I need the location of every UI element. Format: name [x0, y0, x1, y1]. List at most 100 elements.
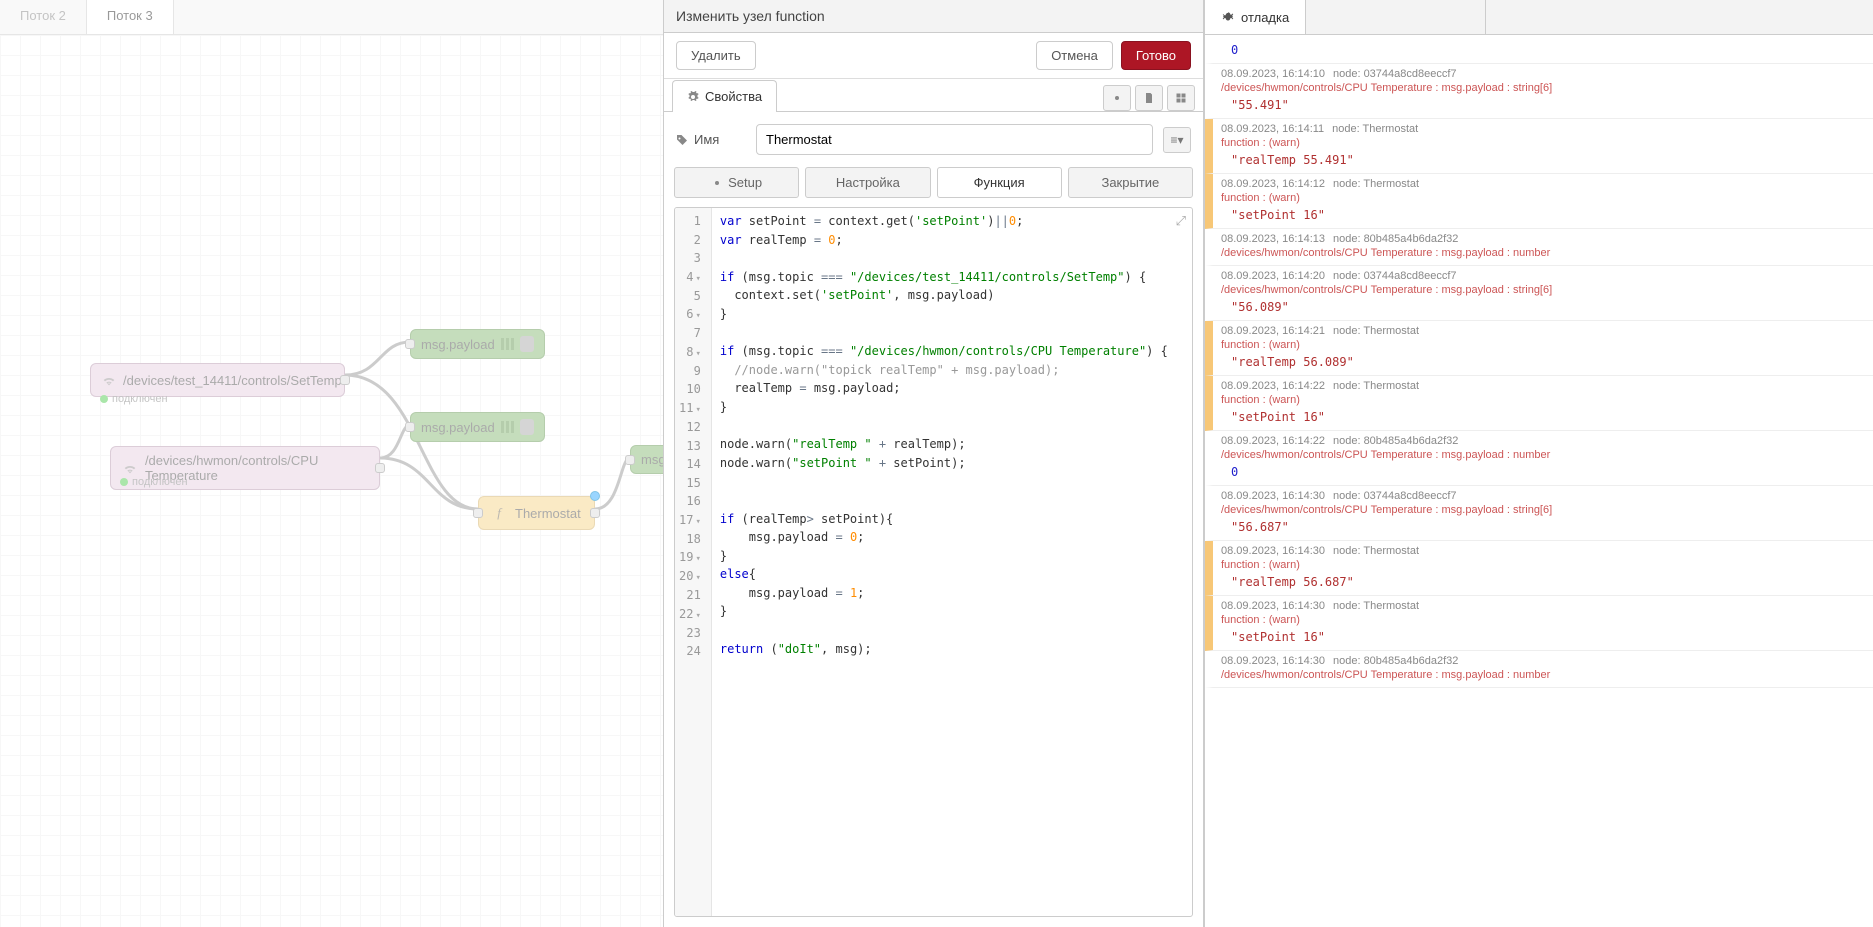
tab-properties[interactable]: Свойства — [672, 80, 777, 112]
debug-meta: 08.09.2023, 16:14:21node: Thermostat — [1221, 325, 1865, 337]
cancel-button[interactable]: Отмена — [1036, 41, 1113, 70]
file-icon — [1143, 92, 1155, 104]
description-button[interactable] — [1135, 85, 1163, 111]
gear-icon — [711, 177, 723, 189]
edit-panel-title: Изменить узел function — [664, 0, 1203, 33]
debug-toggle[interactable] — [520, 336, 534, 352]
debug-source: /devices/hwmon/controls/CPU Temperature … — [1221, 449, 1865, 461]
editor-gutter: 123456789101112131415161718192021222324 — [675, 208, 712, 916]
debug-source: function : (warn) — [1221, 394, 1865, 406]
flow-tab[interactable]: Поток 3 — [87, 0, 174, 34]
debug-meta: 08.09.2023, 16:14:22node: Thermostat — [1221, 380, 1865, 392]
debug-value: "realTemp 55.491" — [1221, 153, 1865, 167]
debug-value: "56.687" — [1221, 520, 1865, 534]
tab-blank[interactable] — [1306, 0, 1486, 34]
debug-bars-icon — [501, 338, 514, 350]
debug-value: 0 — [1221, 465, 1865, 479]
code-tabs: Setup Настройка Функция Закрытие — [664, 167, 1203, 198]
status-dot-icon — [100, 395, 108, 403]
input-port[interactable] — [473, 508, 483, 518]
debug-message[interactable]: 08.09.2023, 16:14:22node: Thermostat func… — [1205, 376, 1873, 431]
debug-meta: 08.09.2023, 16:14:20node: 03744a8cd8eecc… — [1221, 270, 1865, 282]
expand-icon[interactable]: ⤢ — [1176, 212, 1186, 232]
tab-function[interactable]: Функция — [937, 167, 1062, 198]
tab-onstop[interactable]: Закрытие — [1068, 167, 1193, 198]
debug-node[interactable]: msg.payload — [410, 329, 545, 359]
appearance-button[interactable] — [1167, 85, 1195, 111]
name-input[interactable] — [756, 124, 1153, 155]
debug-message[interactable]: 08.09.2023, 16:14:21node: Thermostatfunc… — [1205, 321, 1873, 376]
debug-meta: 08.09.2023, 16:14:30node: 80b485a4b6da2f… — [1221, 655, 1865, 667]
done-button[interactable]: Готово — [1121, 41, 1191, 70]
debug-message[interactable]: 0 — [1205, 35, 1873, 64]
debug-source: /devices/hwmon/controls/CPU Temperature … — [1221, 247, 1865, 259]
debug-value: "setPoint 16" — [1221, 630, 1865, 644]
mqtt-in-node[interactable]: /devices/test_14411/controls/SetTemp — [90, 363, 345, 397]
debug-message[interactable]: 08.09.2023, 16:14:22node: 80b485a4b6da2f… — [1205, 431, 1873, 486]
debug-message[interactable]: 08.09.2023, 16:14:13node: 80b485a4b6da2f… — [1205, 229, 1873, 266]
menu-icon: ≡▾ — [1170, 133, 1183, 147]
debug-message[interactable]: 08.09.2023, 16:14:30node: 80b485a4b6da2f… — [1205, 651, 1873, 688]
node-label: /devices/test_14411/controls/SetTemp — [123, 373, 342, 388]
debug-meta: 08.09.2023, 16:14:30node: Thermostat — [1221, 545, 1865, 557]
node-label: msg.payload — [421, 337, 495, 352]
status-dot-icon — [120, 478, 128, 486]
debug-toggle[interactable] — [520, 419, 534, 435]
code-editor[interactable]: 123456789101112131415161718192021222324 … — [674, 207, 1193, 917]
debug-source: /devices/hwmon/controls/CPU Temperature … — [1221, 669, 1865, 681]
debug-bars-icon — [501, 421, 514, 433]
tab-debug[interactable]: отладка — [1205, 0, 1306, 34]
node-label: Thermostat — [515, 506, 581, 521]
function-node[interactable]: f Thermostat — [478, 496, 595, 530]
debug-meta: 08.09.2023, 16:14:30node: Thermostat — [1221, 600, 1865, 612]
flow-tab[interactable]: Поток 2 — [0, 0, 87, 34]
output-port[interactable] — [590, 508, 600, 518]
env-button[interactable] — [1103, 85, 1131, 111]
edit-panel-buttons: Удалить Отмена Готово — [664, 33, 1203, 79]
node-status: подключен — [100, 393, 168, 405]
tab-setup[interactable]: Setup — [674, 167, 799, 198]
bug-icon — [1221, 10, 1235, 24]
debug-meta: 08.09.2023, 16:14:22node: 80b485a4b6da2f… — [1221, 435, 1865, 447]
name-menu-button[interactable]: ≡▾ — [1163, 127, 1191, 153]
app-root: Поток 2 Поток 3 /devices/test_14411/cont… — [0, 0, 1873, 927]
debug-message[interactable]: 08.09.2023, 16:14:12node: Thermostatfunc… — [1205, 174, 1873, 229]
input-port[interactable] — [625, 455, 635, 465]
flow-tabs: Поток 2 Поток 3 — [0, 0, 663, 35]
debug-node[interactable]: msg — [630, 445, 663, 474]
debug-source: /devices/hwmon/controls/CPU Temperature … — [1221, 284, 1865, 296]
gear-icon — [687, 91, 699, 103]
node-status: подключен — [120, 476, 188, 488]
input-port[interactable] — [405, 422, 415, 432]
debug-message[interactable]: 08.09.2023, 16:14:11node: Thermostatfunc… — [1205, 119, 1873, 174]
debug-message[interactable]: 08.09.2023, 16:14:20node: 03744a8cd8eecc… — [1205, 266, 1873, 321]
tag-icon — [676, 134, 688, 146]
debug-sidebar: отладка 008.09.2023, 16:14:10node: 03744… — [1204, 0, 1873, 927]
debug-value: "setPoint 16" — [1221, 410, 1865, 424]
output-port[interactable] — [375, 463, 385, 473]
debug-message[interactable]: 08.09.2023, 16:14:30node: Thermostatfunc… — [1205, 596, 1873, 651]
edit-panel: Изменить узел function Удалить Отмена Го… — [664, 0, 1204, 927]
output-port[interactable] — [340, 375, 350, 385]
input-port[interactable] — [405, 339, 415, 349]
debug-source: /devices/hwmon/controls/CPU Temperature … — [1221, 504, 1865, 516]
debug-message[interactable]: 08.09.2023, 16:14:30node: 03744a8cd8eecc… — [1205, 486, 1873, 541]
debug-source: function : (warn) — [1221, 559, 1865, 571]
debug-value: "realTemp 56.687" — [1221, 575, 1865, 589]
gear-icon — [1111, 92, 1123, 104]
debug-message[interactable]: 08.09.2023, 16:14:30node: Thermostat func… — [1205, 541, 1873, 596]
debug-node[interactable]: msg.payload — [410, 412, 545, 442]
edit-tabs: Свойства — [664, 79, 1203, 112]
name-row: Имя ≡▾ — [664, 112, 1203, 167]
changed-indicator-icon — [590, 491, 600, 501]
debug-message[interactable]: 08.09.2023, 16:14:10node: 03744a8cd8eecc… — [1205, 64, 1873, 119]
debug-value: "setPoint 16" — [1221, 208, 1865, 222]
wifi-icon — [121, 458, 139, 478]
delete-button[interactable]: Удалить — [676, 41, 756, 70]
editor-code[interactable]: var setPoint = context.get('setPoint')||… — [712, 208, 1176, 916]
flow-canvas[interactable]: /devices/test_14411/controls/SetTemp под… — [0, 35, 663, 927]
debug-meta: 08.09.2023, 16:14:11node: Thermostat — [1221, 123, 1865, 135]
debug-messages[interactable]: 008.09.2023, 16:14:10node: 03744a8cd8eec… — [1205, 35, 1873, 927]
debug-value: "56.089" — [1221, 300, 1865, 314]
tab-onstart[interactable]: Настройка — [805, 167, 930, 198]
